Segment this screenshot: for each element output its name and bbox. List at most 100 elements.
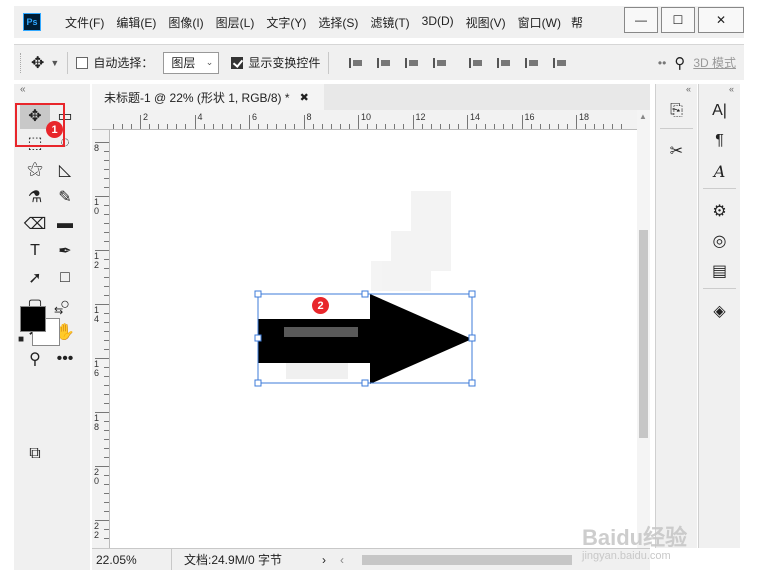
- gradient-tool-icon[interactable]: ▬: [50, 211, 80, 237]
- properties-panel-icon[interactable]: ⚙: [699, 196, 740, 226]
- ruler-tick: [285, 124, 287, 129]
- align-bottom-icon[interactable]: [525, 56, 539, 70]
- layer-select-dropdown[interactable]: 图层 ⌄: [163, 51, 220, 74]
- ruler-tick: [104, 502, 109, 503]
- vertical-ruler[interactable]: 8 10 12 14 16 18 20 22: [92, 130, 110, 548]
- eraser-icon[interactable]: ⌫: [20, 211, 50, 237]
- rectangle-tool-icon[interactable]: □: [50, 265, 80, 291]
- ruler-label: 14: [94, 305, 100, 324]
- type-tool-icon[interactable]: T: [20, 238, 50, 264]
- ruler-tick: [348, 124, 350, 129]
- menu-view[interactable]: 视图(V): [460, 14, 512, 31]
- ruler-label: 10: [94, 197, 100, 216]
- options-grip[interactable]: [20, 52, 23, 73]
- path-select-icon[interactable]: ➚: [20, 265, 50, 291]
- menu-type[interactable]: 文字(Y): [260, 14, 312, 31]
- ruler-tick: [403, 124, 405, 129]
- align-left-icon[interactable]: [349, 56, 363, 70]
- align-top-icon[interactable]: [469, 56, 483, 70]
- distribute-vertical-icon[interactable]: [553, 56, 567, 70]
- pen-tool-icon[interactable]: ✒: [50, 238, 80, 264]
- window-controls: — ☐ ✕: [621, 6, 744, 34]
- menu-select[interactable]: 选择(S): [312, 14, 364, 31]
- ruler-tick: [149, 124, 151, 129]
- menu-filter[interactable]: 滤镜(T): [364, 14, 415, 31]
- menu-3d[interactable]: 3D(D): [416, 14, 460, 31]
- distribute-icon[interactable]: [433, 56, 447, 70]
- clone-source-icon[interactable]: ⎘: [656, 96, 697, 126]
- libraries-panel-icon[interactable]: ◎: [699, 226, 740, 256]
- close-icon[interactable]: ✖: [300, 91, 309, 104]
- menu-window[interactable]: 窗口(W): [512, 14, 567, 31]
- collapse-icon[interactable]: «: [14, 84, 90, 102]
- scroll-up-icon[interactable]: ▲: [639, 112, 647, 121]
- collapse-icon[interactable]: «: [656, 84, 697, 96]
- screen-mode-icon[interactable]: ⧉: [20, 441, 50, 467]
- align-right-icon[interactable]: [405, 56, 419, 70]
- menu-file[interactable]: 文件(F): [59, 14, 110, 31]
- minimize-button[interactable]: —: [624, 7, 658, 33]
- show-transform-checkbox[interactable]: 显示变换控件: [231, 54, 320, 71]
- ruler-tick: [112, 124, 114, 129]
- document-info[interactable]: 文档:24.9M/0 字节: [184, 551, 282, 568]
- close-button[interactable]: ✕: [698, 7, 744, 33]
- menu-layer[interactable]: 图层(L): [210, 14, 261, 31]
- search-icon[interactable]: ⚲: [674, 54, 685, 72]
- vertical-scrollbar[interactable]: ▲: [637, 110, 650, 548]
- align-middle-icon[interactable]: [497, 56, 511, 70]
- 3d-mode-label[interactable]: 3D 模式: [693, 54, 736, 71]
- character-panel-icon[interactable]: A|: [699, 96, 740, 126]
- paragraph-panel-icon[interactable]: ¶: [699, 126, 740, 156]
- ruler-label: 12: [94, 251, 100, 270]
- document-title: 未标题-1 @ 22% (形状 1, RGB/8) *: [104, 90, 290, 105]
- ruler-tick: [104, 295, 109, 296]
- ruler-tick: [104, 376, 109, 377]
- panel-dock-right: « A| ¶ A ⚙ ◎ ▤ ◈: [698, 84, 740, 548]
- magic-wand-icon[interactable]: ⚝: [20, 157, 50, 183]
- horizontal-ruler[interactable]: 2 4 6 8 10 12 14 16 18: [92, 110, 637, 130]
- show-transform-check[interactable]: [231, 56, 244, 69]
- vertical-scroll-thumb[interactable]: [639, 230, 648, 438]
- status-next-icon[interactable]: ›: [322, 553, 326, 567]
- arrow-shape: [258, 294, 472, 384]
- ruler-tick: [140, 115, 141, 129]
- eyedropper-icon[interactable]: ⚗: [20, 184, 50, 210]
- horizontal-scroll-thumb[interactable]: [362, 555, 572, 565]
- glyphs-panel-icon[interactable]: A: [699, 156, 740, 186]
- ruler-tick: [557, 124, 559, 129]
- ruler-tick: [104, 511, 109, 512]
- zoom-level[interactable]: 22.05%: [92, 549, 172, 570]
- ruler-tick: [258, 124, 260, 129]
- brush-tool-icon[interactable]: ✎: [50, 184, 80, 210]
- collapse-icon[interactable]: «: [699, 84, 740, 96]
- tool-presets-icon[interactable]: ✂: [656, 136, 697, 166]
- auto-select-label: 自动选择：: [93, 56, 154, 70]
- ruler-tick: [594, 124, 596, 129]
- auto-select-check[interactable]: [76, 56, 89, 69]
- menu-edit[interactable]: 编辑(E): [110, 14, 162, 31]
- scroll-left-icon[interactable]: ‹: [340, 553, 344, 567]
- swap-colors-icon[interactable]: ⇆: [54, 304, 63, 317]
- foreground-color[interactable]: [20, 306, 46, 332]
- menu-image[interactable]: 图像(I): [162, 14, 209, 31]
- move-tool-icon[interactable]: ✥: [31, 53, 44, 73]
- align-center-icon[interactable]: [377, 56, 391, 70]
- ruler-tick: [530, 124, 532, 129]
- maximize-button[interactable]: ☐: [661, 7, 695, 33]
- ruler-tick: [104, 529, 109, 530]
- crop-tool-icon[interactable]: ◺: [50, 157, 80, 183]
- document-tab[interactable]: 未标题-1 @ 22% (形状 1, RGB/8) * ✖: [92, 84, 324, 110]
- chevron-down-icon[interactable]: ▼: [50, 58, 59, 68]
- canvas[interactable]: [111, 131, 637, 548]
- layers-panel-icon[interactable]: ◈: [699, 296, 740, 326]
- more-icon[interactable]: ••: [658, 56, 666, 70]
- ruler-tick: [104, 430, 109, 431]
- ruler-tick: [104, 403, 109, 404]
- auto-select-checkbox[interactable]: 自动选择：: [76, 54, 153, 71]
- layer-select-value: 图层: [171, 56, 196, 70]
- ruler-tick: [104, 205, 109, 206]
- divider: [703, 288, 736, 296]
- menu-help[interactable]: 帮: [571, 14, 583, 31]
- history-panel-icon[interactable]: ▤: [699, 256, 740, 286]
- default-colors-icon[interactable]: ■: [18, 334, 24, 345]
